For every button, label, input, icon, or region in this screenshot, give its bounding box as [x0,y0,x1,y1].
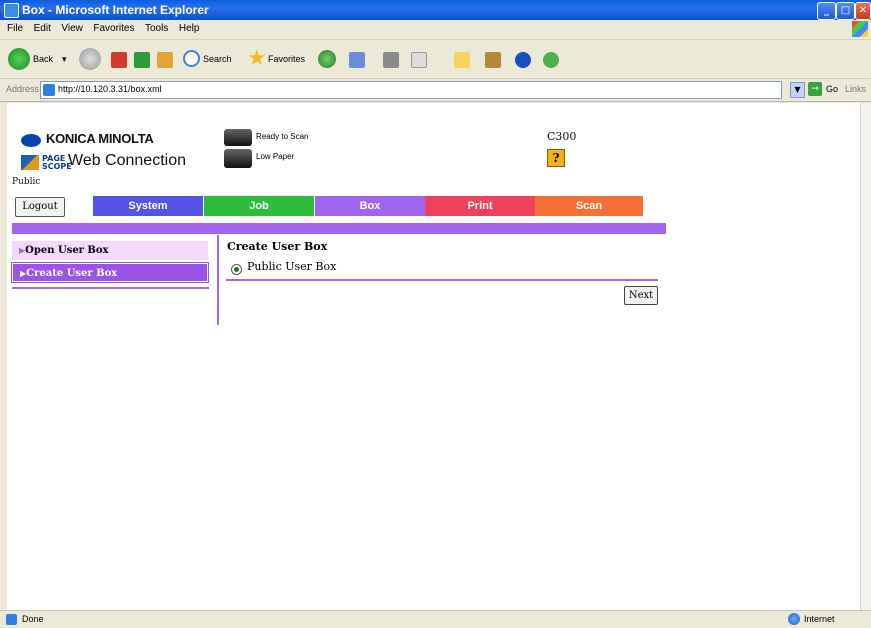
links-button[interactable]: Links [845,84,866,94]
sidebar-item-label: Open User Box [25,245,109,256]
menu-edit[interactable]: Edit [34,23,51,34]
page-content: KONICA MINOLTA PAGE SCOPE Web Connection… [7,103,860,610]
tab-job[interactable]: Job [204,196,314,216]
search-icon[interactable] [183,50,200,67]
status-paper: Low Paper [256,152,295,161]
public-user-box-label[interactable]: Public User Box [247,260,336,273]
back-label[interactable]: Back [33,54,53,64]
page-done-icon [6,614,17,625]
research-icon[interactable] [485,52,501,68]
messenger-icon[interactable] [543,52,559,68]
pagescope-logo-icon [21,155,39,170]
maximize-button[interactable]: □ [836,2,855,20]
ie-icon [4,3,19,18]
vertical-scrollbar[interactable] [860,103,871,610]
page-title: Create User Box [227,240,328,253]
history-icon[interactable] [318,50,336,68]
page-icon [43,84,55,96]
address-label: Address [6,84,40,94]
toolbar: Back ▾ Search ★ Favorites [0,40,871,79]
back-icon[interactable] [8,48,30,70]
brand-name: KONICA MINOLTA [46,131,154,146]
tab-box[interactable]: Box [315,196,425,216]
windows-logo-icon [852,21,868,37]
menu-favorites[interactable]: Favorites [93,23,134,34]
status-bar: Done Internet [0,610,871,628]
address-bar: Address http://10.120.3.31/box.xml ▼ → G… [0,79,871,102]
web-connection-title: Web Connection [68,152,186,169]
internet-zone-icon [788,613,800,625]
menu-tools[interactable]: Tools [145,23,168,34]
mail-icon[interactable] [349,52,365,68]
tab-underline [12,223,666,234]
sidebar-item-open-user-box[interactable]: ▶Open User Box [12,241,208,260]
vertical-divider [217,235,219,325]
printer-icon [224,129,252,146]
favorites-label[interactable]: Favorites [268,54,305,64]
tab-scan[interactable]: Scan [535,196,643,216]
go-arrow-icon[interactable]: → [808,82,822,96]
address-url[interactable]: http://10.120.3.31/box.xml [58,84,162,94]
go-button[interactable]: Go [826,84,838,94]
menu-view[interactable]: View [61,23,83,34]
pagescope-label: PAGE SCOPE [42,154,72,171]
favorites-icon[interactable]: ★ [247,47,267,69]
bluetooth-icon[interactable] [515,52,531,68]
window-title: Box - Microsoft Internet Explorer [22,3,209,17]
address-dropdown-icon[interactable]: ▼ [790,82,805,98]
logout-button[interactable]: Logout [15,197,65,217]
konica-minolta-logo-icon [21,134,41,147]
printer-warning-icon [224,149,252,168]
sidebar-divider [12,287,209,289]
device-model: C300 [547,130,577,143]
status-text: Done [22,614,44,624]
back-dropdown-icon[interactable]: ▾ [62,54,67,65]
close-button[interactable]: ✕ [855,2,871,20]
form-divider [226,279,658,281]
tab-system[interactable]: System [93,196,203,216]
address-input[interactable]: http://10.120.3.31/box.xml [40,81,782,99]
home-icon[interactable] [157,52,173,68]
forward-icon[interactable] [79,48,101,70]
tab-print[interactable]: Print [425,196,535,216]
minimize-button[interactable]: _ [817,2,836,20]
menu-bar: File Edit View Favorites Tools Help [0,20,871,40]
zone-text: Internet [804,614,835,624]
sidebar-item-label: Create User Box [26,268,118,279]
menu-help[interactable]: Help [179,23,200,34]
user-role: Public [12,177,41,187]
sidebar-item-create-user-box[interactable]: ▶Create User Box [11,262,209,283]
status-ready: Ready to Scan [256,132,309,141]
help-icon[interactable]: ? [547,149,565,167]
print-icon[interactable] [383,52,399,68]
search-label[interactable]: Search [203,54,232,64]
folder-icon[interactable] [454,52,470,68]
next-button[interactable]: Next [624,286,658,305]
public-user-box-radio[interactable] [231,264,242,275]
edit-icon[interactable] [411,52,427,68]
stop-icon[interactable] [111,52,127,68]
refresh-icon[interactable] [134,52,150,68]
title-bar: Box - Microsoft Internet Explorer _ □ ✕ [0,0,871,20]
menu-file[interactable]: File [7,23,23,34]
